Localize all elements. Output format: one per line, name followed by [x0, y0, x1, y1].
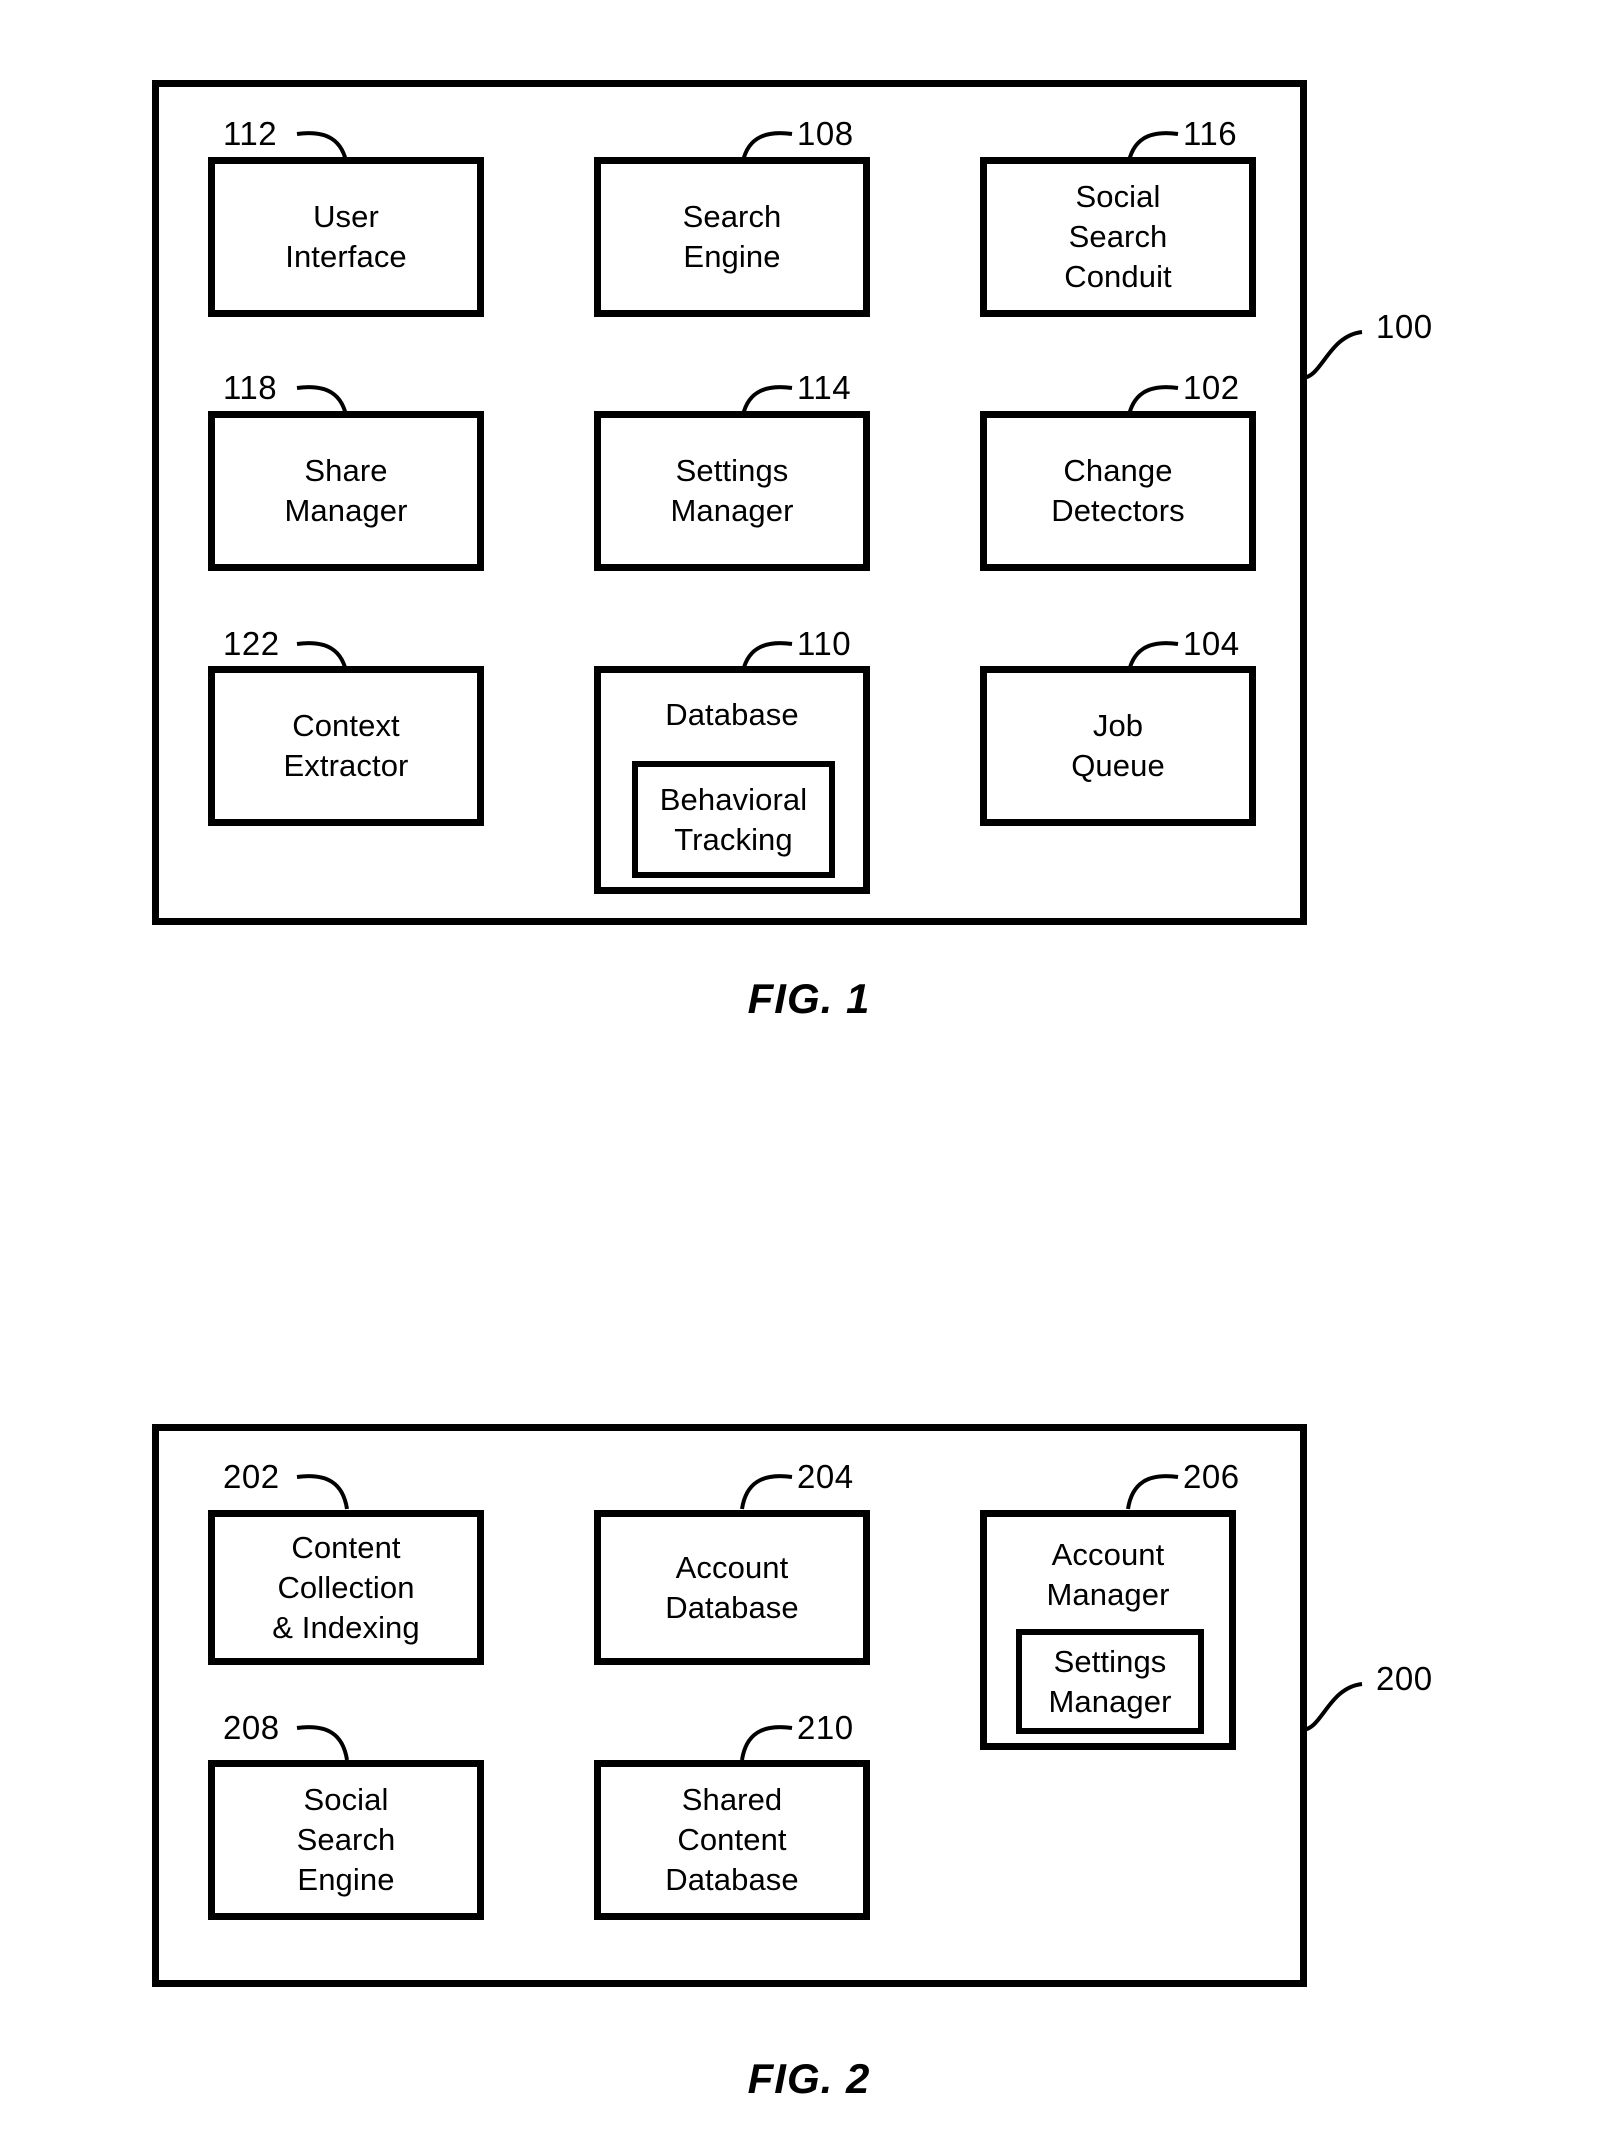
component-box-user-interface: User Interface — [208, 157, 484, 317]
leader-line-100 — [1301, 330, 1363, 380]
component-box-database: Database Behavioral Tracking — [594, 666, 870, 894]
ref-numeral-116: 116 — [1183, 115, 1238, 152]
leader-line-200 — [1301, 1682, 1363, 1732]
component-label-change-detectors: Change Detectors — [1051, 453, 1185, 528]
component-box-change-detectors: Change Detectors — [980, 411, 1256, 571]
component-label-social-search-conduit: Social Search Conduit — [1064, 179, 1172, 294]
component-label-user-interface: User Interface — [285, 199, 407, 274]
ref-numeral-200: 200 — [1376, 1660, 1433, 1697]
component-box-social-search-conduit: Social Search Conduit — [980, 157, 1256, 317]
component-box-account-database: Account Database — [594, 1510, 870, 1665]
component-box-shared-content-database: Shared Content Database — [594, 1760, 870, 1920]
component-label-database: Database — [665, 697, 799, 732]
figure-caption-1: FIG. 1 — [747, 975, 871, 1022]
ref-numeral-110: 110 — [797, 625, 852, 662]
ref-numeral-100: 100 — [1376, 308, 1433, 345]
ref-numeral-118: 118 — [223, 369, 278, 406]
component-box-social-search-engine: Social Search Engine — [208, 1760, 484, 1920]
figure-2: 200 202 Content Collection & Indexing 20… — [0, 1400, 1618, 2156]
component-label-shared-content-database: Shared Content Database — [665, 1782, 799, 1897]
ref-numeral-210: 210 — [797, 1709, 854, 1746]
component-box-settings-manager: Settings Manager — [594, 411, 870, 571]
component-label-content-collection-indexing: Content Collection & Indexing — [272, 1529, 420, 1645]
ref-numeral-206: 206 — [1183, 1458, 1240, 1495]
ref-numeral-202: 202 — [223, 1458, 280, 1495]
ref-numeral-102: 102 — [1183, 369, 1240, 406]
ref-numeral-208: 208 — [223, 1709, 280, 1746]
component-label-search-engine: Search Engine — [682, 199, 782, 274]
component-label-settings-manager: Settings Manager — [670, 453, 794, 528]
ref-numeral-204: 204 — [797, 1458, 854, 1495]
component-label-account-database: Account Database — [665, 1549, 799, 1625]
component-label-social-search-engine: Social Search Engine — [296, 1782, 396, 1897]
component-box-behavioral-tracking: Behavioral Tracking — [632, 761, 835, 878]
component-label-context-extractor: Context Extractor — [283, 708, 409, 783]
component-box-settings-manager-nested: Settings Manager — [1016, 1629, 1204, 1734]
ref-numeral-104: 104 — [1183, 625, 1240, 662]
component-box-search-engine: Search Engine — [594, 157, 870, 317]
component-box-job-queue: Job Queue — [980, 666, 1256, 826]
component-label-account-manager: Account Manager — [1046, 1537, 1170, 1612]
ref-numeral-112: 112 — [223, 115, 278, 152]
component-label-job-queue: Job Queue — [1071, 708, 1165, 783]
component-label-behavioral-tracking: Behavioral Tracking — [659, 781, 808, 857]
component-box-account-manager: Account Manager Settings Manager — [980, 1510, 1236, 1750]
figure-1: 100 112 User Interface 108 Search Engine… — [0, 0, 1618, 1060]
component-box-context-extractor: Context Extractor — [208, 666, 484, 826]
component-label-settings-manager-nested: Settings Manager — [1048, 1643, 1172, 1719]
component-box-share-manager: Share Manager — [208, 411, 484, 571]
ref-numeral-108: 108 — [797, 115, 854, 152]
ref-numeral-122: 122 — [223, 625, 280, 662]
ref-numeral-114: 114 — [797, 369, 852, 406]
figure-caption-2: FIG. 2 — [747, 2055, 871, 2102]
component-label-share-manager: Share Manager — [284, 453, 408, 528]
component-box-content-collection-indexing: Content Collection & Indexing — [208, 1510, 484, 1665]
